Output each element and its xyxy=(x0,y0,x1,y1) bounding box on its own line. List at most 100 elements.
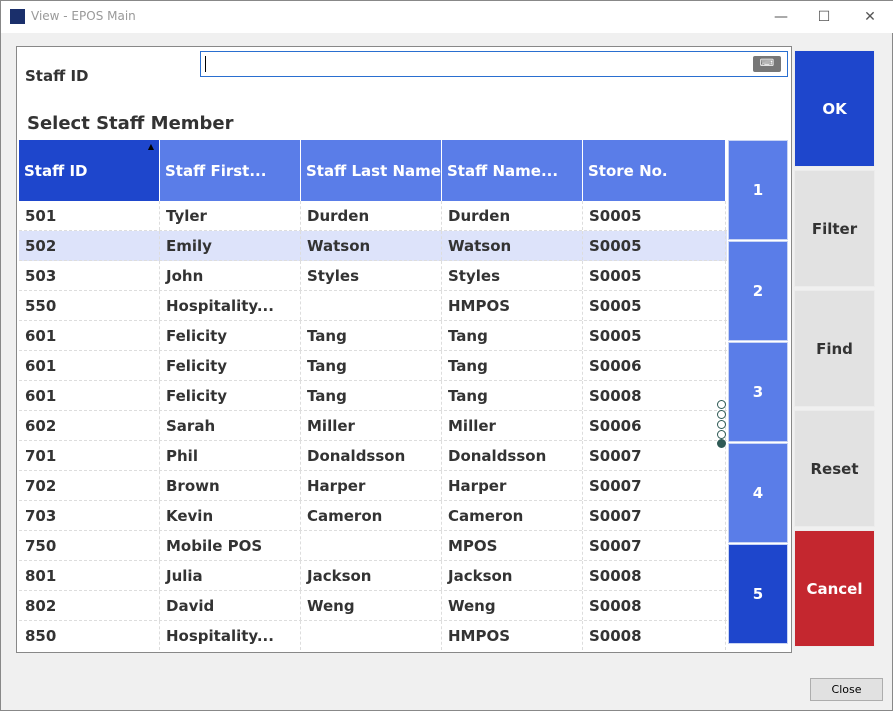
window-title: View - EPOS Main xyxy=(31,9,136,23)
table-cell: Watson xyxy=(301,231,442,260)
ok-button[interactable]: OK xyxy=(794,50,875,167)
table-cell: Tang xyxy=(301,351,442,380)
column-header[interactable]: Staff Last Name xyxy=(301,140,442,201)
table-cell: MPOS xyxy=(442,531,583,560)
table-row[interactable]: 550 Hospitality... HMPOS S0005 xyxy=(19,291,727,321)
table-cell: Styles xyxy=(442,261,583,290)
table-cell: S0008 xyxy=(583,591,726,620)
staff-table: Staff ID ▲ Staff First... Staff Last Name St… xyxy=(19,140,727,650)
table-cell: Durden xyxy=(442,201,583,230)
table-cell: S0005 xyxy=(583,291,726,320)
scroll-dot[interactable] xyxy=(717,430,726,439)
page-button-5[interactable]: 5 xyxy=(728,544,788,644)
staff-id-input[interactable]: ⌨ xyxy=(200,51,788,77)
table-cell: S0005 xyxy=(583,231,726,260)
app-icon xyxy=(10,9,25,24)
table-cell: 550 xyxy=(19,291,160,320)
table-cell: S0008 xyxy=(583,381,726,410)
close-button[interactable]: Close xyxy=(810,678,883,701)
close-window-button[interactable]: ✕ xyxy=(847,5,893,29)
table-cell: Jackson xyxy=(442,561,583,590)
table-cell: 601 xyxy=(19,351,160,380)
table-cell: S0006 xyxy=(583,411,726,440)
table-cell: 850 xyxy=(19,621,160,650)
column-header-label: Store No. xyxy=(588,161,668,180)
column-header[interactable]: Store No. xyxy=(583,140,726,201)
table-row[interactable]: 501 Tyler Durden Durden S0005 xyxy=(19,201,727,231)
table-row[interactable]: 502 Emily Watson Watson S0005 xyxy=(19,231,727,261)
table-cell: Miller xyxy=(442,411,583,440)
title-bar: View - EPOS Main — ☐ ✕ xyxy=(1,1,893,33)
table-cell: 701 xyxy=(19,441,160,470)
table-row[interactable]: 701 Phil Donaldsson Donaldsson S0007 xyxy=(19,441,727,471)
table-row[interactable]: 601 Felicity Tang Tang S0008 xyxy=(19,381,727,411)
table-cell: 702 xyxy=(19,471,160,500)
table-cell: Kevin xyxy=(160,501,301,530)
table-cell: Tang xyxy=(442,321,583,350)
table-row[interactable]: 503 John Styles Styles S0005 xyxy=(19,261,727,291)
table-cell: Brown xyxy=(160,471,301,500)
minimize-button[interactable]: — xyxy=(758,5,804,29)
table-cell: Cameron xyxy=(442,501,583,530)
table-cell: S0007 xyxy=(583,471,726,500)
table-row[interactable]: 702 Brown Harper Harper S0007 xyxy=(19,471,727,501)
reset-button[interactable]: Reset xyxy=(794,410,875,527)
column-header-label: Staff Last Name xyxy=(306,161,441,180)
scroll-dot[interactable] xyxy=(717,400,726,409)
table-row[interactable]: 703 Kevin Cameron Cameron S0007 xyxy=(19,501,727,531)
table-cell: HMPOS xyxy=(442,621,583,650)
table-row[interactable]: 801 Julia Jackson Jackson S0008 xyxy=(19,561,727,591)
page-button-2[interactable]: 2 xyxy=(728,241,788,341)
column-header[interactable]: Staff Name... xyxy=(442,140,583,201)
table-cell: Weng xyxy=(301,591,442,620)
scroll-dot[interactable] xyxy=(717,420,726,429)
table-cell: Felicity xyxy=(160,351,301,380)
table-cell: HMPOS xyxy=(442,291,583,320)
table-row[interactable]: 750 Mobile POS MPOS S0007 xyxy=(19,531,727,561)
page-button-4[interactable]: 4 xyxy=(728,443,788,543)
page-heading: Select Staff Member xyxy=(27,113,234,134)
table-row[interactable]: 601 Felicity Tang Tang S0005 xyxy=(19,321,727,351)
column-header-label: Staff First... xyxy=(165,161,267,180)
sort-ascending-icon: ▲ xyxy=(147,142,154,151)
table-cell: Felicity xyxy=(160,321,301,350)
table-cell: 502 xyxy=(19,231,160,260)
table-cell: Harper xyxy=(442,471,583,500)
table-cell: S0007 xyxy=(583,501,726,530)
scroll-dot[interactable] xyxy=(717,410,726,419)
scroll-dot-active[interactable] xyxy=(717,439,726,448)
table-row[interactable]: 601 Felicity Tang Tang S0006 xyxy=(19,351,727,381)
table-cell: Julia xyxy=(160,561,301,590)
table-cell: John xyxy=(160,261,301,290)
table-row[interactable]: 850 Hospitality... HMPOS S0008 xyxy=(19,621,727,650)
table-cell: Miller xyxy=(301,411,442,440)
page-button-3[interactable]: 3 xyxy=(728,342,788,442)
table-cell: Tang xyxy=(442,381,583,410)
table-cell: Emily xyxy=(160,231,301,260)
table-cell: Watson xyxy=(442,231,583,260)
table-cell: Harper xyxy=(301,471,442,500)
table-row[interactable]: 802 David Weng Weng S0008 xyxy=(19,591,727,621)
column-header[interactable]: Staff First... xyxy=(160,140,301,201)
find-button[interactable]: Find xyxy=(794,290,875,407)
table-cell xyxy=(301,621,442,650)
table-cell: Phil xyxy=(160,441,301,470)
column-header-label: Staff ID xyxy=(24,161,88,180)
table-cell: Donaldsson xyxy=(301,441,442,470)
maximize-button[interactable]: ☐ xyxy=(801,5,847,29)
table-cell: S0007 xyxy=(583,531,726,560)
page-button-1[interactable]: 1 xyxy=(728,140,788,240)
keyboard-icon[interactable]: ⌨ xyxy=(753,56,781,72)
table-cell: 601 xyxy=(19,381,160,410)
table-cell: Weng xyxy=(442,591,583,620)
table-cell: 602 xyxy=(19,411,160,440)
table-cell xyxy=(301,291,442,320)
column-header[interactable]: Staff ID ▲ xyxy=(19,140,160,201)
table-row[interactable]: 602 Sarah Miller Miller S0006 xyxy=(19,411,727,441)
table-cell: S0007 xyxy=(583,441,726,470)
table-header: Staff ID ▲ Staff First... Staff Last Name St… xyxy=(19,140,727,201)
table-cell: Mobile POS xyxy=(160,531,301,560)
filter-button[interactable]: Filter xyxy=(794,170,875,287)
table-cell: 750 xyxy=(19,531,160,560)
cancel-button[interactable]: Cancel xyxy=(794,530,875,647)
